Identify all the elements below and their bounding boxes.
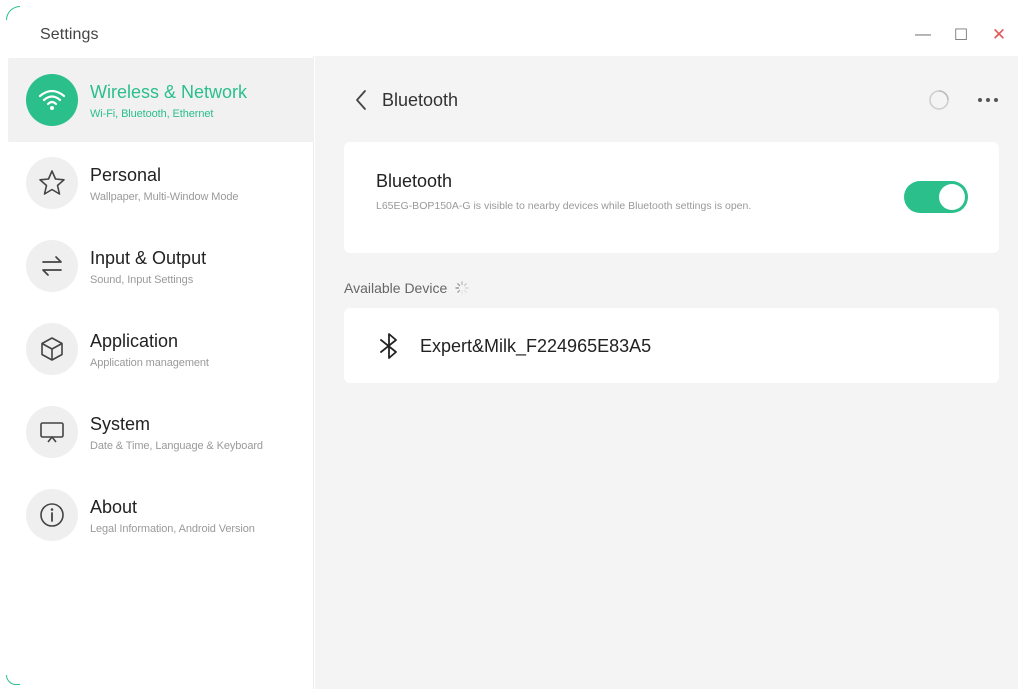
bluetooth-description: L65EG-BOP150A-G is visible to nearby dev…: [376, 200, 752, 212]
available-device-header: Available Device: [344, 280, 469, 296]
chevron-left-icon: [356, 90, 366, 110]
sidebar-item-label: Personal: [90, 165, 162, 185]
sidebar-item-wireless-network[interactable]: Wireless & Network Wi-Fi, Bluetooth, Eth…: [8, 58, 314, 142]
loading-spinner-icon: [455, 281, 469, 295]
close-button[interactable]: ✕: [980, 22, 1018, 48]
sidebar-item-subtitle: Application management: [90, 357, 209, 369]
corner-decoration: [6, 6, 20, 20]
corner-decoration: [6, 675, 20, 685]
sidebar: Wireless & Network Wi-Fi, Bluetooth, Eth…: [0, 56, 314, 689]
monitor-icon: [26, 406, 78, 458]
dot-icon: [978, 98, 982, 102]
sidebar-item-subtitle: Legal Information, Android Version: [90, 523, 255, 535]
sidebar-item-personal[interactable]: Personal Wallpaper, Multi-Window Mode: [8, 141, 314, 225]
device-list-item[interactable]: Expert&Milk_F224965E83A5: [344, 308, 999, 383]
refresh-button[interactable]: [927, 88, 951, 112]
minimize-button[interactable]: —: [904, 22, 942, 48]
title-bar: Settings — ☐ ✕: [0, 0, 1018, 56]
sidebar-item-label: Wireless & Network: [90, 82, 248, 102]
maximize-button[interactable]: ☐: [942, 22, 980, 48]
back-button[interactable]: [349, 86, 373, 114]
sidebar-item-system[interactable]: System Date & Time, Language & Keyboard: [8, 390, 314, 474]
swap-arrows-icon: [26, 240, 78, 292]
available-device-label: Available Device: [344, 280, 448, 296]
sidebar-item-application[interactable]: Application Application management: [8, 307, 314, 391]
dot-icon: [986, 98, 990, 102]
sidebar-item-about[interactable]: About Legal Information, Android Version: [8, 473, 314, 557]
more-options-button[interactable]: [973, 86, 1003, 114]
wifi-icon: [26, 74, 78, 126]
window-title: Settings: [40, 26, 99, 43]
bluetooth-card: Bluetooth L65EG-BOP150A-G is visible to …: [344, 142, 999, 253]
info-icon: [26, 489, 78, 541]
content-panel: Bluetooth Bluetooth L65EG-BOP150A-G is v…: [315, 56, 1018, 689]
cube-icon: [26, 323, 78, 375]
bluetooth-toggle[interactable]: [904, 181, 968, 213]
sidebar-item-label: Application: [90, 331, 179, 351]
dot-icon: [994, 98, 998, 102]
window-controls: — ☐ ✕: [904, 22, 1018, 48]
sidebar-item-input-output[interactable]: Input & Output Sound, Input Settings: [8, 224, 314, 308]
device-name: Expert&Milk_F224965E83A5: [420, 336, 652, 356]
refresh-icon: [929, 90, 949, 110]
sidebar-item-subtitle: Date & Time, Language & Keyboard: [90, 440, 263, 452]
sidebar-item-subtitle: Wallpaper, Multi-Window Mode: [90, 191, 239, 203]
bluetooth-label: Bluetooth: [376, 171, 453, 191]
sidebar-item-subtitle: Wi-Fi, Bluetooth, Ethernet: [90, 108, 214, 120]
bluetooth-icon: [380, 333, 397, 359]
sidebar-item-label: Input & Output: [90, 248, 207, 268]
page-title: Bluetooth: [382, 90, 459, 110]
sidebar-item-label: System: [90, 414, 151, 434]
toggle-knob: [939, 184, 965, 210]
star-icon: [26, 157, 78, 209]
sidebar-item-subtitle: Sound, Input Settings: [90, 274, 194, 286]
sidebar-item-label: About: [90, 497, 138, 517]
